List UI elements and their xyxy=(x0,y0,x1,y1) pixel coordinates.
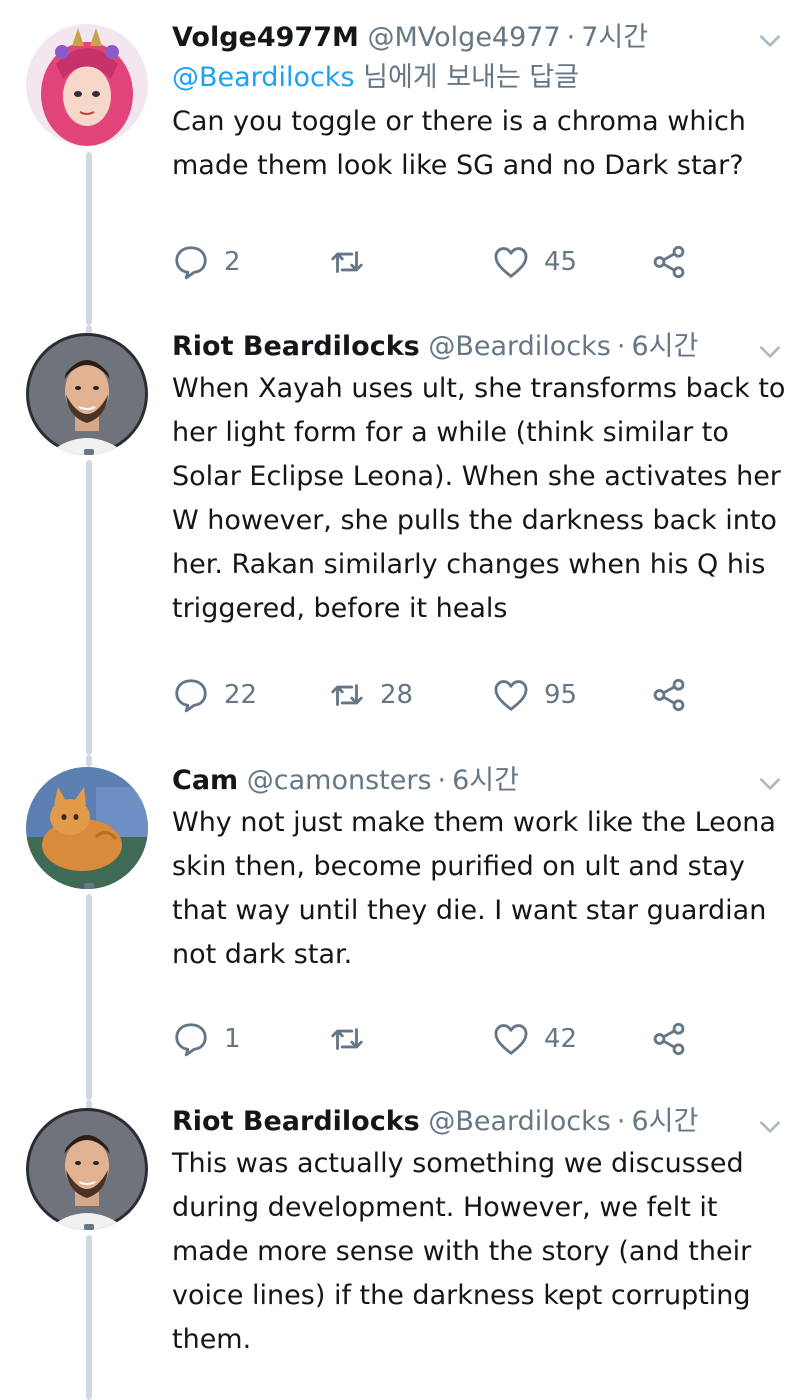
reply-icon xyxy=(175,246,207,280)
author-name[interactable]: Riot Beardilocks xyxy=(172,1106,420,1137)
share-icon xyxy=(653,678,685,712)
heart-icon xyxy=(494,247,528,278)
timestamp[interactable]: 6시간 xyxy=(631,331,698,362)
retweet-button[interactable] xyxy=(328,240,380,284)
mention-link[interactable]: @Beardilocks xyxy=(172,62,355,93)
author-handle[interactable]: @camonsters xyxy=(247,765,432,796)
separator-dot: · xyxy=(616,1106,626,1137)
tweet-2[interactable]: Riot Beardilocks @Beardilocks · 6시간 When X… xyxy=(0,325,809,755)
chevron-down-icon[interactable] xyxy=(757,339,783,365)
separator-dot: · xyxy=(437,765,447,796)
retweet-icon xyxy=(331,251,363,273)
reply-count: 22 xyxy=(224,680,258,710)
tweet-text: When Xayah uses ult, she transforms back… xyxy=(172,373,786,624)
avatar[interactable] xyxy=(26,333,148,455)
tweet-3[interactable]: Cam @camonsters · 6시간 Why not just make th… xyxy=(0,755,809,1100)
tweet-1[interactable]: Volge4977M @MVolge4977 · 7시간 @Beardilocks … xyxy=(0,0,809,325)
like-count: 95 xyxy=(544,680,578,710)
like-count: 42 xyxy=(544,1024,578,1054)
author-handle[interactable]: @MVolge4977 xyxy=(367,22,560,53)
retweet-button[interactable]: 28 xyxy=(328,673,413,717)
reply-icon xyxy=(175,679,207,713)
share-button[interactable] xyxy=(650,673,688,717)
heart-icon xyxy=(494,1024,528,1055)
reply-button[interactable]: 1 xyxy=(172,1017,241,1061)
author-handle[interactable]: @Beardilocks xyxy=(428,1106,611,1137)
author-name[interactable]: Cam xyxy=(172,765,238,796)
tweet-text: Can you toggle or there is a chroma whic… xyxy=(172,106,746,181)
heart-icon xyxy=(494,680,528,711)
timestamp[interactable]: 7시간 xyxy=(581,22,648,53)
tweet-4[interactable]: Riot Beardilocks @Beardilocks · 6시간 This w… xyxy=(0,1100,809,1400)
retweet-button[interactable] xyxy=(328,1017,380,1061)
author-handle[interactable]: @Beardilocks xyxy=(428,331,611,362)
share-button[interactable] xyxy=(650,240,688,284)
reply-suffix: 님에게 보내는 답글 xyxy=(354,62,579,93)
chevron-down-icon[interactable] xyxy=(757,28,783,54)
retweet-icon xyxy=(331,684,363,706)
tweet-text: This was actually something we discussed… xyxy=(172,1148,752,1355)
retweet-icon xyxy=(331,1028,363,1050)
retweet-count: 28 xyxy=(380,680,414,710)
author-name[interactable]: Volge4977M xyxy=(172,22,359,53)
share-icon xyxy=(653,245,685,279)
avatar[interactable] xyxy=(26,24,148,146)
author-name[interactable]: Riot Beardilocks xyxy=(172,331,420,362)
reply-icon xyxy=(175,1023,207,1057)
chevron-down-icon[interactable] xyxy=(757,771,783,797)
reply-count: 2 xyxy=(224,247,241,277)
like-button[interactable]: 42 xyxy=(492,1017,577,1061)
avatar[interactable] xyxy=(26,1108,148,1230)
avatar[interactable] xyxy=(26,767,148,889)
chevron-down-icon[interactable] xyxy=(757,1114,783,1140)
like-count: 45 xyxy=(544,247,578,277)
share-icon xyxy=(653,1022,685,1056)
timestamp[interactable]: 6시간 xyxy=(452,765,519,796)
reply-button[interactable]: 2 xyxy=(172,240,241,284)
separator-dot: · xyxy=(616,331,626,362)
reply-count: 1 xyxy=(224,1024,241,1054)
like-button[interactable]: 95 xyxy=(492,673,577,717)
share-button[interactable] xyxy=(650,1017,688,1061)
timestamp[interactable]: 6시간 xyxy=(631,1106,698,1137)
reply-button[interactable]: 22 xyxy=(172,673,257,717)
separator-dot: · xyxy=(566,22,576,53)
reply-context: @Beardilocks 님에게 보내는 답글 xyxy=(172,58,789,98)
like-button[interactable]: 45 xyxy=(492,240,577,284)
tweet-text: Why not just make them work like the Leo… xyxy=(172,807,776,970)
